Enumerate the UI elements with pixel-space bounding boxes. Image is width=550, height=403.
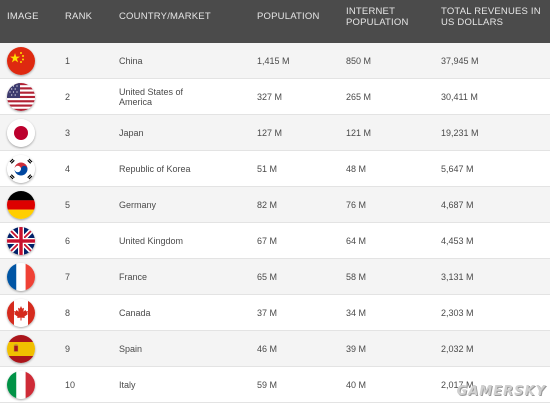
revenue-cell: 4,687 M [441,199,474,210]
internet-population-cell: 265 M [346,91,372,102]
canada-flag-icon [7,299,35,327]
rank-cell: 10 [65,379,76,390]
header-internet-line1: INTERNET [346,6,396,17]
country-cell: China [119,43,143,78]
table-row: 6 United Kingdom 67 M 64 M 4,453 M [0,223,550,259]
revenue-cell: 37,945 M [441,55,479,66]
table-row: 5 Germany 82 M 76 M 4,687 M [0,187,550,223]
rank-cell: 6 [65,235,71,246]
table-row: 7 France 65 M 58 M 3,131 M [0,259,550,295]
population-cell: 327 M [257,91,283,102]
country-name-line1: Italy [119,379,136,390]
internet-population-cell: 76 M [346,199,367,210]
population-cell: 127 M [257,127,283,138]
internet-population-cell: 40 M [346,379,367,390]
revenue-cell: 2,303 M [441,307,474,318]
header-revenue-line2: US DOLLARS [441,17,504,28]
korea-flag-icon [7,155,35,183]
population-cell: 46 M [257,343,278,354]
internet-population-cell: 64 M [346,235,367,246]
header-country: COUNTRY/MARKET [119,11,211,22]
country-cell: Spain [119,331,142,366]
header-revenue-line1: TOTAL REVENUES IN [441,6,541,17]
italy-flag-icon [7,371,35,399]
watermark-logo: GAMERSKY [456,384,546,399]
revenue-cell: 19,231 M [441,127,479,138]
rank-cell: 8 [65,307,71,318]
country-cell: Canada [119,295,151,330]
population-cell: 51 M [257,163,278,174]
country-name-line1: United Kingdom [119,235,184,246]
table-row: 4 Republic of Korea 51 M 48 M 5,647 M [0,151,550,187]
country-name-line2: America [119,96,153,107]
rank-cell: 9 [65,343,71,354]
internet-population-cell: 48 M [346,163,367,174]
rank-cell: 3 [65,127,71,138]
population-cell: 1,415 M [257,55,290,66]
country-name-line1: France [119,271,148,282]
header-population: POPULATION [257,11,320,22]
population-cell: 37 M [257,307,278,318]
country-cell: Japan [119,115,144,150]
china-flag-icon [7,47,35,75]
country-cell: Germany [119,187,156,222]
country-cell: United States of America [119,79,183,114]
rank-cell: 2 [65,91,71,102]
country-cell: Republic of Korea [119,151,191,186]
header-internet-line2: POPULATION [346,17,409,28]
country-name-line1: Canada [119,307,151,318]
rank-cell: 4 [65,163,71,174]
revenue-cell: 2,032 M [441,343,474,354]
population-cell: 59 M [257,379,278,390]
spain-flag-icon [7,335,35,363]
usa-flag-icon [7,83,35,111]
country-cell: Italy [119,367,136,402]
rank-cell: 1 [65,55,71,66]
germany-flag-icon [7,191,35,219]
uk-flag-icon [7,227,35,255]
france-flag-icon [7,263,35,291]
population-cell: 67 M [257,235,278,246]
revenue-cell: 30,411 M [441,91,478,102]
country-cell: France [119,259,147,294]
country-name-line1: China [119,55,143,66]
internet-population-cell: 121 M [346,127,372,138]
country-name-line1: Republic of Korea [119,163,191,174]
country-name-line1: Germany [119,199,157,210]
internet-population-cell: 58 M [346,271,367,282]
table-row: 9 Spain 46 M 39 M 2,032 M [0,331,550,367]
country-cell: United Kingdom [119,223,183,258]
country-name-line1: Spain [119,343,143,354]
table-row: 8 Canada 37 M 34 M 2,303 M [0,295,550,331]
table-row: 2 United States of America 327 M 265 M 30,411… [0,79,550,115]
rank-cell: 5 [65,199,71,210]
table-header: IMAGE RANK COUNTRY/MARKET POPULATION INT… [0,0,550,43]
country-name-line1: United States of [119,86,184,97]
japan-flag-icon [7,119,35,147]
revenue-cell: 5,647 M [441,163,474,174]
header-image: IMAGE [7,11,39,22]
rank-cell: 7 [65,271,71,282]
internet-population-cell: 34 M [346,307,367,318]
country-name-line1: Japan [119,127,144,138]
population-cell: 65 M [257,271,278,282]
internet-population-cell: 850 M [346,55,372,66]
revenue-cell: 3,131 M [441,271,474,282]
revenue-cell: 4,453 M [441,235,474,246]
table-row: 3 Japan 127 M 121 M 19,231 M [0,115,550,151]
population-cell: 82 M [257,199,278,210]
table-row: 1 China 1,415 M 850 M 37,945 M [0,43,550,79]
internet-population-cell: 39 M [346,343,367,354]
header-rank: RANK [65,11,93,22]
